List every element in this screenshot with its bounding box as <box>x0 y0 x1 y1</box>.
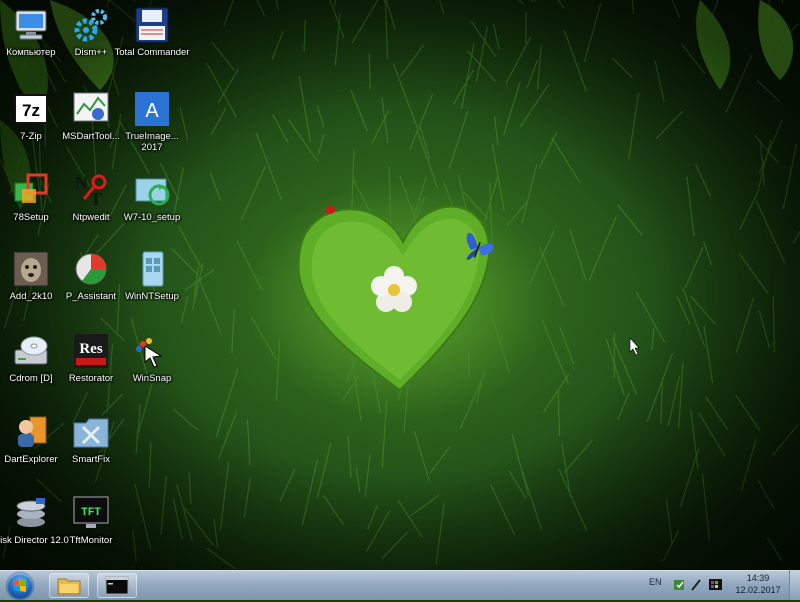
pen-tool-icon <box>691 579 701 591</box>
winntsetup-icon <box>133 250 171 288</box>
acronis-icon: A <box>133 90 171 128</box>
floppy-icon <box>133 6 171 44</box>
desktop-icon-tftmonitor[interactable]: TFT TftMonitor <box>53 494 129 546</box>
dartexplorer-icon <box>12 413 50 451</box>
smartfix-icon <box>72 413 110 451</box>
winsnap-icon <box>133 332 171 370</box>
taskbar-cmd-button[interactable] <box>97 573 137 598</box>
svg-text:7z: 7z <box>22 101 40 120</box>
key-icon: NT <box>72 171 110 209</box>
tray-icons <box>674 579 722 591</box>
dog-photo-icon <box>12 250 50 288</box>
svg-text:T: T <box>90 189 102 209</box>
monitor-tray-icon <box>709 579 722 590</box>
desktop-icon-trueimage[interactable]: A TrueImage... 2017 <box>114 90 190 153</box>
start-orb-icon <box>7 573 33 599</box>
partition-icon <box>72 250 110 288</box>
clock-time: 14:39 <box>746 573 770 583</box>
clock-date: 12.02.2017 <box>735 585 781 595</box>
language-indicator[interactable]: EN <box>649 577 662 587</box>
restorator-icon: Res <box>72 332 110 370</box>
disk-director-icon <box>12 494 50 532</box>
desktop-icon-smartfix[interactable]: SmartFix <box>53 413 129 465</box>
start-button[interactable] <box>4 572 36 600</box>
taskbar-explorer-button[interactable] <box>49 573 89 598</box>
folder-icon <box>57 578 81 595</box>
svg-text:N: N <box>75 173 88 193</box>
desktop-icon-winntsetup[interactable]: WinNTSetup <box>114 250 190 302</box>
gears-icon <box>72 6 110 44</box>
desktop-icon-winsnap[interactable]: WinSnap <box>114 332 190 384</box>
command-prompt-icon <box>105 576 129 595</box>
msdart-icon <box>72 90 110 128</box>
desktop-icon-total-commander[interactable]: Total Commander <box>114 6 190 58</box>
system-clock[interactable]: 14:39 12.02.2017 <box>732 572 784 596</box>
windows-setup-icon <box>133 171 171 209</box>
cdrom-icon <box>12 332 50 370</box>
computer-icon <box>12 6 50 44</box>
tft-monitor-icon: TFT <box>72 494 110 532</box>
desktop-icon-w7-10-setup[interactable]: W7-10_setup <box>114 171 190 223</box>
setup-icon <box>12 171 50 209</box>
svg-text:Res: Res <box>79 341 102 357</box>
svg-text:A: A <box>145 100 159 122</box>
network-shield-icon <box>674 580 684 590</box>
svg-text:TFT: TFT <box>81 507 101 519</box>
show-desktop-button[interactable] <box>789 570 800 600</box>
7zip-icon: 7z <box>12 90 50 128</box>
